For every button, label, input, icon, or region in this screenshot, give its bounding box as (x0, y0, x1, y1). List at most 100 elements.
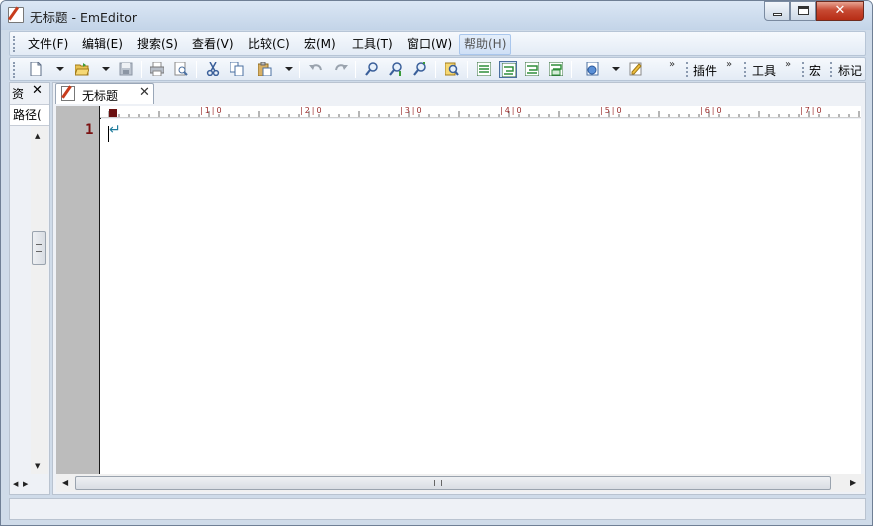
document-icon (61, 86, 75, 101)
wrap-page-icon (549, 62, 563, 76)
editor-horizontal-scrollbar[interactable]: ◀ ▶ (56, 474, 864, 492)
ruler-label: |7|0 (800, 106, 824, 115)
plugins-overflow-chevron[interactable]: » (726, 59, 732, 70)
column-ruler[interactable]: |1|0 |2|0 |3|0 |4|0 |5|0 |6|0 |7|0 (100, 106, 861, 118)
explorer-tab[interactable]: 资 (12, 85, 24, 102)
window-title: 无标题 - EmEditor (30, 10, 138, 25)
line-number-gutter[interactable]: 1 (56, 106, 101, 474)
properties-button[interactable] (627, 61, 645, 78)
ruler-label: |4|0 (500, 106, 524, 115)
find-previous-button[interactable] (411, 61, 429, 78)
paste-icon (258, 62, 272, 76)
vertical-scroll-thumb[interactable] (32, 231, 46, 265)
encoding-button[interactable] (584, 61, 602, 78)
undo-icon (309, 64, 322, 71)
paste-button[interactable] (256, 61, 274, 78)
wrap-by-page-button[interactable] (547, 61, 565, 78)
wrap-by-chars-button[interactable] (499, 61, 517, 78)
scissors-icon (206, 62, 220, 76)
toolbar-separator (299, 61, 300, 78)
markers-toolbar-label[interactable]: 标记 (838, 62, 862, 79)
explorer-vertical-scrollbar[interactable]: ▲ ▼ (31, 126, 48, 474)
toolbar-overflow-chevron[interactable]: » (669, 59, 675, 70)
close-icon: ✕ (834, 3, 846, 18)
text-editor[interactable]: ↵ (100, 119, 861, 474)
maximize-button[interactable] (790, 1, 816, 21)
menu-search[interactable]: 搜索(S) (133, 36, 182, 54)
tools-toolbar-gripper[interactable] (744, 62, 747, 77)
minimize-icon (773, 13, 782, 16)
toolbar-separator (141, 61, 142, 78)
print-button[interactable] (148, 61, 166, 78)
document-tab-label: 无标题 (82, 89, 119, 103)
find-next-button[interactable] (387, 61, 405, 78)
open-button[interactable] (73, 61, 91, 78)
paste-dropdown-arrow[interactable] (285, 67, 293, 71)
print-preview-button[interactable] (172, 61, 190, 78)
document-area: 无标题 ✕ 1 |1|0 |2|0 |3|0 |4|0 |5|0 |6|0 |7… (52, 82, 866, 495)
find-in-files-icon (445, 62, 459, 76)
line-number: 1 (85, 122, 94, 138)
menu-view[interactable]: 查看(V) (188, 36, 238, 54)
toolbar-gripper[interactable] (13, 62, 16, 78)
menu-edit[interactable]: 编辑(E) (78, 36, 127, 54)
copy-icon (230, 62, 244, 76)
scroll-down-arrow[interactable]: ▼ (35, 462, 40, 470)
ruler-label: |3|0 (400, 106, 424, 115)
macros-toolbar-label[interactable]: 宏 (809, 62, 821, 79)
menu-compare[interactable]: 比较(C) (244, 36, 294, 54)
horizontal-scroll-thumb[interactable] (75, 476, 831, 490)
encoding-dropdown-arrow[interactable] (612, 67, 620, 71)
redo-button[interactable] (332, 61, 350, 78)
menu-gripper[interactable] (13, 36, 16, 52)
end-of-line-marker: ↵ (109, 122, 121, 138)
save-icon (119, 62, 133, 76)
wrap-by-window-button[interactable] (523, 61, 541, 78)
open-dropdown-arrow[interactable] (102, 67, 110, 71)
document-tab-close-icon[interactable]: ✕ (139, 85, 150, 100)
find-next-icon (389, 62, 402, 76)
copy-button[interactable] (228, 61, 246, 78)
menu-file[interactable]: 文件(F) (24, 36, 72, 54)
menu-help[interactable]: 帮助(H) (459, 34, 512, 55)
menu-window[interactable]: 窗口(W) (403, 36, 456, 54)
hscroll-left-arrow[interactable]: ◀ (62, 478, 68, 487)
toolbar-separator (355, 61, 356, 78)
markers-toolbar-gripper[interactable] (830, 62, 833, 77)
toolbar-separator (571, 61, 572, 78)
new-button[interactable] (27, 61, 45, 78)
scroll-up-arrow[interactable]: ▲ (35, 132, 40, 140)
undo-button[interactable] (307, 61, 325, 78)
toolbar-separator (435, 61, 436, 78)
notepad-icon (8, 7, 24, 23)
new-file-icon (30, 62, 42, 76)
plugins-toolbar-gripper[interactable] (686, 62, 689, 77)
find-in-files-button[interactable] (443, 61, 461, 78)
plugins-toolbar-label[interactable]: 插件 (693, 62, 717, 79)
scroll-left-arrow[interactable]: ◀ (13, 480, 18, 488)
ruler-label: |6|0 (700, 106, 724, 115)
close-button[interactable]: ✕ (816, 1, 864, 21)
cut-button[interactable] (204, 61, 222, 78)
wrap-chars-icon (502, 63, 516, 77)
menu-macros[interactable]: 宏(M) (300, 36, 340, 54)
menu-tools[interactable]: 工具(T) (348, 36, 397, 54)
document-tab[interactable]: 无标题 ✕ (55, 83, 154, 104)
macros-toolbar-gripper[interactable] (802, 62, 805, 77)
status-bar (9, 498, 866, 520)
globe-document-icon (586, 62, 599, 76)
find-button[interactable] (363, 61, 381, 78)
path-column-header[interactable]: 路径( (10, 104, 49, 126)
no-wrap-icon (477, 62, 491, 76)
wrap-none-button[interactable] (475, 61, 493, 78)
ruler-label: |2|0 (300, 106, 324, 115)
tools-toolbar-label[interactable]: 工具 (752, 62, 776, 79)
scroll-right-arrow[interactable]: ▶ (23, 480, 28, 488)
minimize-button[interactable] (764, 1, 790, 21)
new-dropdown-arrow[interactable] (56, 67, 64, 71)
hscroll-right-arrow[interactable]: ▶ (850, 478, 856, 487)
explorer-horizontal-scrollbar[interactable]: ◀ ▶ (10, 474, 49, 494)
tools-overflow-chevron[interactable]: » (785, 59, 791, 70)
save-button[interactable] (117, 61, 135, 78)
explorer-close-icon[interactable]: ✕ (32, 83, 43, 98)
